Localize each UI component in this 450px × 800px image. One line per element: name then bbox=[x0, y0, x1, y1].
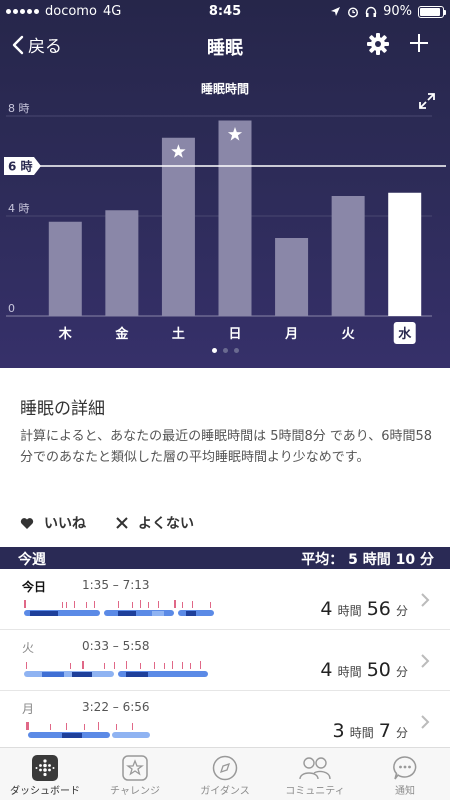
y-tick-label: 4 時 bbox=[8, 202, 30, 215]
headphones-icon bbox=[365, 6, 377, 17]
page-dot bbox=[233, 348, 239, 353]
compass-icon bbox=[212, 755, 238, 781]
people-icon bbox=[299, 757, 331, 780]
chevron-right-icon bbox=[421, 715, 430, 729]
chart-title: 睡眠時間 bbox=[200, 82, 249, 96]
duration-minutes: 56 bbox=[366, 598, 391, 620]
tab-label: ダッシュボード bbox=[10, 786, 80, 797]
duration-hours: 4 bbox=[320, 598, 333, 620]
chevron-right-icon bbox=[421, 654, 430, 668]
duration-hours-unit: 時間 bbox=[349, 726, 374, 740]
row-time-range: 0:33 – 5:58 bbox=[82, 639, 150, 653]
star-icon bbox=[122, 755, 148, 781]
sleep-details: 睡眠の詳細 計算によると、あなたの最近の睡眠時間は 5時間8分 であり、6時間5… bbox=[0, 368, 450, 546]
page-dot bbox=[222, 348, 228, 353]
add-icon[interactable] bbox=[408, 32, 430, 54]
sleep-bar bbox=[275, 238, 309, 316]
duration-hours-unit: 時間 bbox=[337, 665, 362, 679]
nav-bar: 戻る 睡眠 bbox=[0, 28, 450, 64]
sleep-bar bbox=[161, 137, 195, 316]
sleep-bar bbox=[105, 210, 139, 316]
tab-bar: ダッシュボード チャレンジ ガイダンス コミュニティ 通知 bbox=[0, 747, 450, 800]
duration-hours: 4 bbox=[320, 659, 333, 681]
x-tick-label: 日 bbox=[228, 327, 241, 342]
sleep-stages-graph bbox=[24, 600, 214, 616]
y-tick-label: 0 bbox=[8, 302, 15, 315]
x-tick-label: 木 bbox=[58, 326, 73, 342]
goal-label: 6 時 bbox=[8, 159, 33, 174]
status-bar: docomo 4G 8:45 90% bbox=[0, 0, 450, 24]
row-day: 火 bbox=[22, 641, 35, 655]
sleep-bar-chart: 0 4 時 8 時木 金 土 日 月 火 水 6 時 bbox=[4, 102, 446, 344]
row-duration: 4 時間 56 分 bbox=[320, 598, 408, 620]
tab-guidance[interactable]: ガイダンス bbox=[180, 748, 270, 800]
week-header: 今週 平均： 5 時間 10 分 bbox=[0, 547, 450, 569]
alarm-icon bbox=[348, 6, 359, 18]
x-tick-label: 水 bbox=[398, 326, 412, 342]
x-tick-label: 土 bbox=[172, 326, 185, 342]
duration-minutes: 50 bbox=[366, 659, 391, 681]
battery-percent: 90% bbox=[383, 4, 412, 19]
sleep-header-panel: docomo 4G 8:45 90% 戻る 睡眠 睡眠時間 0 4 時 8 時 … bbox=[0, 0, 450, 368]
sleep-stages-graph bbox=[26, 722, 150, 738]
sleep-bar bbox=[218, 120, 252, 316]
tab-label: チャレンジ bbox=[110, 786, 160, 797]
dislike-button[interactable]: よくない bbox=[116, 513, 194, 533]
gear-icon[interactable] bbox=[366, 32, 390, 56]
duration-minutes-unit: 分 bbox=[395, 665, 408, 679]
details-body: 計算によると、あなたの最近の睡眠時間は 5時間8分 であり、6時間58分でのあな… bbox=[20, 429, 433, 465]
row-day: 月 bbox=[22, 702, 35, 716]
tab-dashboard[interactable]: ダッシュボード bbox=[0, 748, 90, 800]
duration-minutes: 7 bbox=[378, 720, 391, 742]
chevron-right-icon bbox=[421, 593, 430, 607]
week-label: 今週 bbox=[18, 552, 46, 568]
tab-label: ガイダンス bbox=[200, 786, 250, 797]
sleep-log-row[interactable]: 月 3:22 – 6:56 3 時間 7 分 bbox=[0, 692, 450, 752]
duration-hours-unit: 時間 bbox=[337, 604, 362, 618]
page-indicator[interactable] bbox=[0, 348, 450, 353]
tab-notifications[interactable]: 通知 bbox=[360, 748, 450, 800]
sleep-bar bbox=[48, 221, 82, 316]
page-dot bbox=[211, 348, 217, 353]
duration-hours: 3 bbox=[332, 720, 345, 742]
sleep-log-row[interactable]: 火 0:33 – 5:58 4 時間 50 分 bbox=[0, 631, 450, 691]
row-duration: 4 時間 50 分 bbox=[320, 659, 408, 681]
details-title: 睡眠の詳細 bbox=[20, 399, 105, 419]
like-button[interactable]: いいね bbox=[20, 513, 86, 533]
battery-icon bbox=[418, 5, 446, 18]
heart-icon bbox=[20, 517, 34, 529]
row-time-range: 3:22 – 6:56 bbox=[82, 700, 150, 714]
sleep-log-row[interactable]: 今日 1:35 – 7:13 4 時間 56 分 bbox=[0, 570, 450, 630]
row-day: 今日 bbox=[22, 580, 47, 594]
x-tick-label: 火 bbox=[342, 327, 356, 342]
chat-icon bbox=[393, 756, 417, 780]
sleep-bar bbox=[388, 192, 422, 316]
x-tick-label: 金 bbox=[114, 326, 129, 342]
tab-label: 通知 bbox=[395, 786, 415, 797]
sleep-bar bbox=[331, 196, 365, 316]
like-label: いいね bbox=[44, 516, 86, 532]
close-icon bbox=[116, 517, 128, 529]
duration-minutes-unit: 分 bbox=[395, 726, 408, 740]
tab-challenge[interactable]: チャレンジ bbox=[90, 748, 180, 800]
x-tick-label: 月 bbox=[284, 327, 298, 342]
tab-label: コミュニティ bbox=[285, 786, 345, 797]
duration-minutes-unit: 分 bbox=[395, 604, 408, 618]
dislike-label: よくない bbox=[138, 516, 194, 532]
week-average: 平均： 5 時間 10 分 bbox=[301, 552, 434, 568]
tab-community[interactable]: コミュニティ bbox=[270, 748, 360, 800]
location-icon bbox=[331, 7, 341, 16]
sleep-stages-graph bbox=[24, 661, 208, 677]
row-duration: 3 時間 7 分 bbox=[333, 720, 409, 742]
row-time-range: 1:35 – 7:13 bbox=[82, 578, 150, 592]
dashboard-icon bbox=[32, 755, 58, 781]
y-tick-label: 8 時 bbox=[8, 102, 30, 115]
